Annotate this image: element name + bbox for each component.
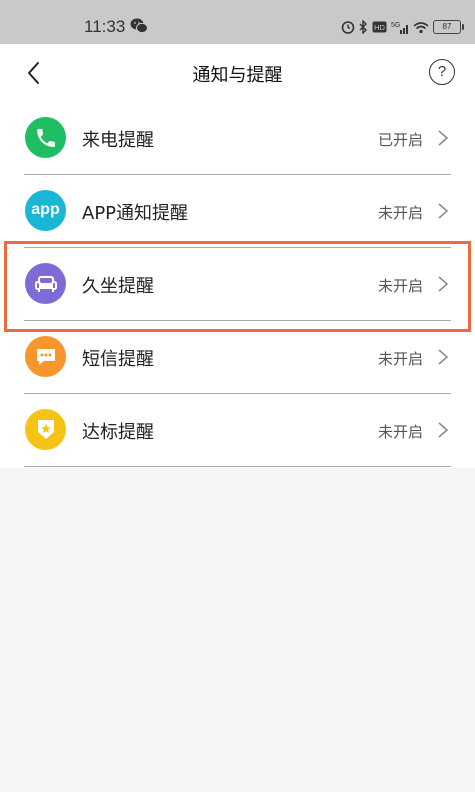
svg-text:HD: HD — [374, 23, 385, 32]
divider — [24, 466, 451, 467]
page-title: 通知与提醒 — [192, 65, 283, 86]
bluetooth-icon — [359, 20, 367, 34]
nav-bar: 通知与提醒 ? — [0, 44, 475, 102]
status-bar: 11:33 HD 5G 87 — [0, 0, 475, 44]
chevron-right-icon — [438, 203, 449, 219]
row-status: 未开启 — [377, 423, 423, 441]
wechat-icon — [130, 18, 148, 34]
badge-icon — [25, 409, 66, 450]
row-status: 已开启 — [377, 131, 423, 149]
row-label: 短信提醒 — [82, 349, 154, 370]
list-item-call-reminder[interactable]: 来电提醒 已开启 — [0, 102, 475, 175]
help-button[interactable]: ? — [429, 59, 455, 85]
wifi-icon — [413, 21, 429, 33]
app-icon: app — [25, 190, 66, 231]
highlight-box — [4, 241, 471, 332]
app-icon-text: app — [31, 200, 60, 218]
battery-indicator: 87 — [433, 20, 464, 34]
list-item-app-notification[interactable]: app APP通知提醒 未开启 — [0, 175, 475, 248]
status-indicators: HD 5G 87 — [341, 17, 464, 37]
status-time: 11:33 — [84, 17, 126, 36]
row-label: APP通知提醒 — [82, 203, 189, 224]
list-item-goal-reminder[interactable]: 达标提醒 未开启 — [0, 394, 475, 467]
alarm-icon — [341, 21, 355, 34]
message-icon — [25, 336, 66, 377]
chevron-right-icon — [438, 422, 449, 438]
chevron-right-icon — [438, 130, 449, 146]
signal-icon: 5G — [391, 22, 408, 34]
network-type: 5G — [391, 22, 400, 29]
row-label: 来电提醒 — [82, 130, 154, 151]
hd-icon: HD — [372, 21, 387, 33]
row-status: 未开启 — [377, 204, 423, 222]
row-label: 达标提醒 — [82, 422, 154, 443]
phone-icon — [25, 117, 66, 158]
row-status: 未开启 — [377, 350, 423, 368]
chevron-right-icon — [438, 349, 449, 365]
